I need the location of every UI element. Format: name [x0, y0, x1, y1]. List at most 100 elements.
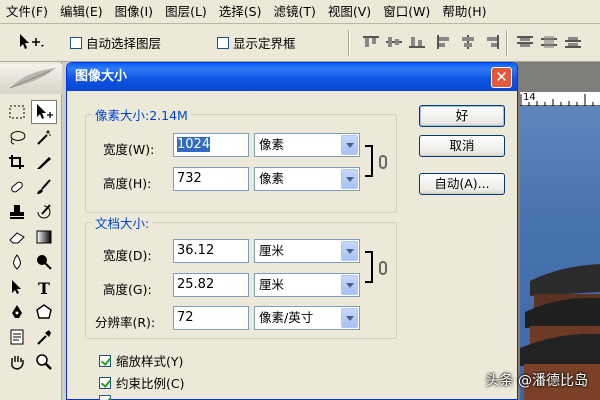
chevron-down-icon[interactable]: [341, 308, 358, 328]
pixel-width-input[interactable]: 1024: [173, 133, 249, 157]
temple-illustration: [520, 264, 600, 400]
doc-width-value: 36.12: [177, 243, 215, 258]
menu-layer[interactable]: 图层(L): [159, 0, 213, 24]
feather-logo[interactable]: [0, 64, 62, 94]
shape-icon[interactable]: [31, 300, 57, 324]
doc-width-input[interactable]: 36.12: [173, 239, 249, 263]
align-left-icon[interactable]: [436, 35, 454, 49]
crop-icon[interactable]: [4, 150, 30, 174]
notes-icon[interactable]: [4, 325, 30, 349]
menu-edit[interactable]: 编辑(E): [54, 0, 109, 24]
watermark: 头条 @潘德比岛: [485, 373, 588, 389]
resolution-input[interactable]: 72: [173, 306, 249, 330]
svg-text:T: T: [38, 279, 50, 295]
gradient-icon[interactable]: [31, 225, 57, 249]
doc-height-unit: 厘米: [259, 277, 285, 292]
doc-width-label: 宽度(D):: [103, 248, 152, 263]
chevron-down-icon[interactable]: [341, 241, 358, 261]
close-icon: ✕: [495, 68, 508, 86]
pixel-height-value: 732: [177, 171, 202, 186]
pixel-height-unit-select[interactable]: 像素: [254, 167, 360, 191]
options-divider: [348, 30, 350, 56]
auto-select-label: 自动选择图层: [86, 36, 162, 51]
eyedropper-icon[interactable]: [31, 325, 57, 349]
menu-view[interactable]: 视图(V): [322, 0, 377, 24]
clone-stamp-icon[interactable]: [4, 200, 30, 224]
path-select-icon[interactable]: [4, 275, 30, 299]
marquee-icon[interactable]: [4, 100, 30, 124]
doc-height-label: 高度(G):: [103, 282, 152, 297]
align-hcenter-icon[interactable]: [459, 35, 477, 49]
link-bracket-2: [365, 251, 373, 283]
move-icon[interactable]: [31, 100, 57, 124]
menu-image[interactable]: 图像(I): [109, 0, 159, 24]
hand-icon[interactable]: [4, 350, 30, 374]
align-right-icon[interactable]: [482, 35, 500, 49]
pixel-height-input[interactable]: 732: [173, 167, 249, 191]
pen-icon[interactable]: [4, 300, 30, 324]
show-bounds-option[interactable]: 显示定界框: [217, 33, 296, 52]
menu-help[interactable]: 帮助(H): [436, 0, 492, 24]
align-vcenter-icon[interactable]: [385, 35, 403, 49]
close-button[interactable]: ✕: [491, 67, 512, 88]
dialog-title-bar[interactable]: 图像大小 ✕: [67, 63, 517, 91]
distribute-top-icon[interactable]: [516, 35, 534, 49]
constrain-proportions-option[interactable]: 约束比例(C): [99, 373, 184, 392]
pixel-width-unit-select[interactable]: 像素: [254, 133, 360, 157]
lasso-icon[interactable]: [4, 125, 30, 149]
auto-select-checkbox[interactable]: [70, 36, 82, 49]
eraser-icon[interactable]: [4, 225, 30, 249]
link-bracket: [365, 145, 373, 177]
scale-styles-checkbox[interactable]: [99, 354, 111, 367]
resample-option[interactable]: [99, 395, 111, 400]
constrain-proportions-checkbox[interactable]: [99, 376, 111, 389]
pixel-dimensions-legend: 像素大小:2.14M: [95, 108, 188, 123]
chain-link-icon-2: [379, 261, 387, 275]
options-divider-2: [506, 30, 508, 56]
move-tool-icon[interactable]: [16, 31, 46, 53]
ok-button[interactable]: 好: [419, 105, 505, 127]
menu-window[interactable]: 窗口(W): [377, 0, 436, 24]
auto-select-option[interactable]: 自动选择图层: [70, 33, 161, 52]
show-bounds-checkbox[interactable]: [217, 36, 229, 49]
distribute-bottom-icon[interactable]: [564, 35, 582, 49]
resolution-unit: 像素/英寸: [259, 310, 314, 325]
brush-icon[interactable]: [31, 175, 57, 199]
menu-file[interactable]: 文件(F): [0, 0, 54, 24]
pixel-height-label: 高度(H):: [103, 176, 152, 191]
resample-checkbox[interactable]: [99, 395, 111, 400]
menu-filter[interactable]: 滤镜(T): [267, 0, 321, 24]
align-bottom-icon[interactable]: [408, 35, 426, 49]
pixel-width-value: 1024: [177, 137, 211, 152]
dodge-icon[interactable]: [31, 250, 57, 274]
chevron-down-icon[interactable]: [341, 169, 358, 189]
doc-width-unit-select[interactable]: 厘米: [254, 239, 360, 263]
pixel-width-unit: 像素: [259, 137, 285, 152]
doc-height-input[interactable]: 25.82: [173, 273, 249, 297]
blur-icon[interactable]: [4, 250, 30, 274]
zoom-icon[interactable]: [31, 350, 57, 374]
chevron-down-icon[interactable]: [341, 135, 358, 155]
resolution-unit-select[interactable]: 像素/英寸: [254, 306, 360, 330]
healing-brush-icon[interactable]: [4, 175, 30, 199]
toolbox: T: [0, 62, 62, 400]
document-size-legend: 文档大小:: [95, 216, 150, 231]
doc-height-unit-select[interactable]: 厘米: [254, 273, 360, 297]
slice-icon[interactable]: [31, 150, 57, 174]
pixel-width-label: 宽度(W):: [103, 142, 155, 157]
align-top-icon[interactable]: [362, 35, 380, 49]
chevron-down-icon[interactable]: [341, 275, 358, 295]
distribute-vcenter-icon[interactable]: [540, 35, 558, 49]
history-brush-icon[interactable]: [31, 200, 57, 224]
magic-wand-icon[interactable]: [31, 125, 57, 149]
scale-styles-label: 缩放样式(Y): [116, 354, 184, 369]
type-icon[interactable]: T: [31, 275, 57, 299]
doc-height-value: 25.82: [177, 277, 215, 292]
scale-styles-option[interactable]: 缩放样式(Y): [99, 351, 183, 370]
cancel-button[interactable]: 取消: [419, 135, 505, 157]
show-bounds-label: 显示定界框: [233, 36, 296, 51]
menu-select[interactable]: 选择(S): [213, 0, 268, 24]
image-size-dialog: 图像大小 ✕ 像素大小:2.14M 宽度(W): 1024 像素 高度(H): …: [66, 62, 518, 400]
auto-button[interactable]: 自动(A)...: [419, 173, 505, 195]
constrain-proportions-label: 约束比例(C): [116, 376, 185, 391]
